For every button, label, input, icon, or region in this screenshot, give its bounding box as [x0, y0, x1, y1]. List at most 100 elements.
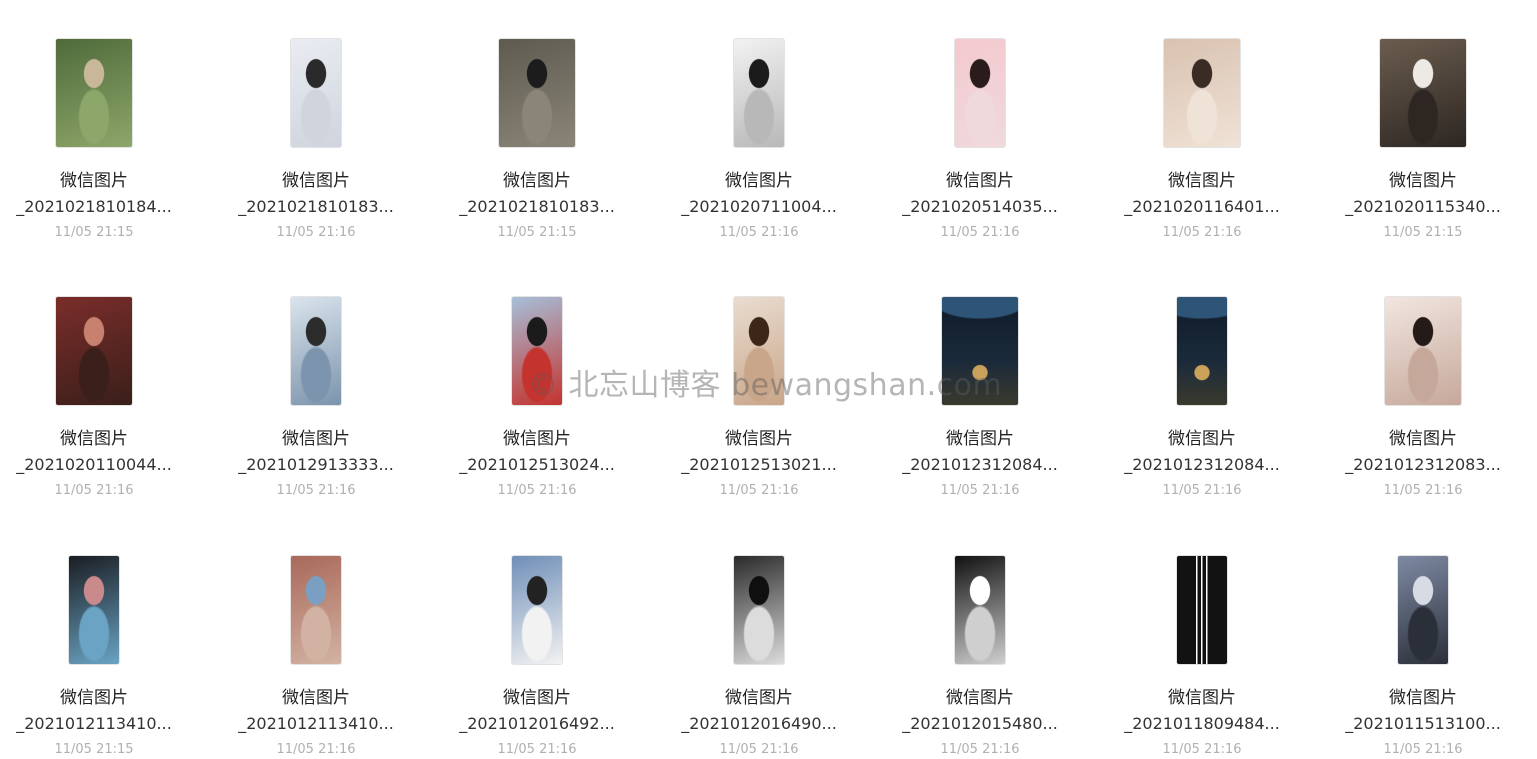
file-grid: 微信图片 _2021021810184... 11/05 21:15 微信图片 _202…: [0, 0, 1537, 759]
file-item[interactable]: 微信图片 _2021012016490... 11/05 21:16: [659, 517, 859, 759]
image-thumbnail[interactable]: [1176, 296, 1228, 406]
file-name-line1: 微信图片: [282, 171, 350, 191]
image-thumbnail[interactable]: [68, 555, 120, 665]
thumbnail-container: [659, 296, 859, 408]
file-item[interactable]: 微信图片 _2021020116401... 11/05 21:16: [1102, 0, 1302, 242]
file-name-line1: 微信图片: [503, 429, 571, 449]
file-date: 11/05 21:16: [940, 742, 1020, 757]
image-thumbnail[interactable]: [1176, 555, 1228, 665]
thumbnail-container: [0, 296, 194, 408]
file-date: 11/05 21:15: [1383, 225, 1463, 240]
file-name-line1: 微信图片: [1389, 171, 1457, 191]
thumbnail-container: [437, 38, 637, 150]
file-item[interactable]: 微信图片 _2021012016492... 11/05 21:16: [437, 517, 637, 759]
image-thumbnail[interactable]: [941, 296, 1019, 406]
thumbnail-container: [437, 555, 637, 667]
image-thumbnail[interactable]: [1163, 38, 1241, 148]
thumbnail-container: [1102, 38, 1302, 150]
thumbnail-container: [1102, 296, 1302, 408]
file-name-line2: _2021020711004...: [681, 197, 837, 216]
file-item[interactable]: 微信图片 _2021012513021... 11/05 21:16: [659, 258, 859, 500]
file-name-line2: _2021012312084...: [1124, 455, 1280, 474]
thumbnail-container: [880, 38, 1080, 150]
thumbnail-container: [216, 296, 416, 408]
image-thumbnail[interactable]: [1397, 555, 1449, 665]
file-item[interactable]: 微信图片 _2021020711004... 11/05 21:16: [659, 0, 859, 242]
file-name-line1: 微信图片: [1389, 688, 1457, 708]
file-item[interactable]: 微信图片 _2021012913333... 11/05 21:16: [216, 258, 416, 500]
image-thumbnail[interactable]: [1379, 38, 1467, 148]
thumbnail-container: [437, 296, 637, 408]
file-name-line1: 微信图片: [282, 429, 350, 449]
file-name-line1: 微信图片: [1168, 171, 1236, 191]
thumbnail-container: [659, 38, 859, 150]
file-item[interactable]: 微信图片 _2021012312084... 11/05 21:16: [880, 258, 1080, 500]
image-thumbnail[interactable]: [733, 296, 785, 406]
image-thumbnail[interactable]: [733, 38, 785, 148]
file-date: 11/05 21:16: [276, 742, 356, 757]
thumbnail-container: [659, 555, 859, 667]
file-date: 11/05 21:16: [276, 483, 356, 498]
file-name-line2: _2021012913333...: [238, 455, 394, 474]
file-item[interactable]: 微信图片 _2021021810184... 11/05 21:15: [0, 0, 194, 242]
image-thumbnail[interactable]: [954, 555, 1006, 665]
thumbnail-container: [216, 555, 416, 667]
file-date: 11/05 21:16: [497, 742, 577, 757]
image-thumbnail[interactable]: [55, 296, 133, 406]
file-date: 11/05 21:16: [54, 483, 134, 498]
file-item[interactable]: 微信图片 _2021011809484... 11/05 21:16: [1102, 517, 1302, 759]
file-name-line1: 微信图片: [503, 171, 571, 191]
file-item[interactable]: 微信图片 _2021020110044... 11/05 21:16: [0, 258, 194, 500]
file-date: 11/05 21:16: [1383, 742, 1463, 757]
file-name-line2: _2021012113410...: [238, 714, 394, 733]
thumbnail-container: [1102, 555, 1302, 667]
thumbnail-container: [216, 38, 416, 150]
image-thumbnail[interactable]: [290, 296, 342, 406]
file-item[interactable]: 微信图片 _2021021810183... 11/05 21:16: [216, 0, 416, 242]
file-name-line2: _2021012016490...: [681, 714, 837, 733]
thumbnail-container: [1323, 296, 1523, 408]
file-date: 11/05 21:16: [719, 483, 799, 498]
file-date: 11/05 21:16: [719, 742, 799, 757]
file-name-line2: _2021021810183...: [459, 197, 615, 216]
file-name-line2: _2021011513100...: [1345, 714, 1501, 733]
file-item[interactable]: 微信图片 _2021021810183... 11/05 21:15: [437, 0, 637, 242]
file-date: 11/05 21:16: [1162, 483, 1242, 498]
image-thumbnail[interactable]: [498, 38, 576, 148]
file-item[interactable]: 微信图片 _2021020514035... 11/05 21:16: [880, 0, 1080, 242]
file-name-line2: _2021012016492...: [459, 714, 615, 733]
image-thumbnail[interactable]: [511, 555, 563, 665]
file-date: 11/05 21:16: [1383, 483, 1463, 498]
file-name-line1: 微信图片: [946, 688, 1014, 708]
file-item[interactable]: 微信图片 _2021012113410... 11/05 21:16: [216, 517, 416, 759]
file-item[interactable]: 微信图片 _2021012113410... 11/05 21:15: [0, 517, 194, 759]
file-item[interactable]: 微信图片 _2021012312083... 11/05 21:16: [1323, 258, 1523, 500]
file-name-line1: 微信图片: [725, 688, 793, 708]
file-date: 11/05 21:15: [54, 742, 134, 757]
image-thumbnail[interactable]: [954, 38, 1006, 148]
file-name-line2: _2021012312084...: [902, 455, 1058, 474]
file-date: 11/05 21:15: [497, 225, 577, 240]
image-thumbnail[interactable]: [511, 296, 563, 406]
file-name-line2: _2021012513021...: [681, 455, 837, 474]
file-date: 11/05 21:16: [276, 225, 356, 240]
thumbnail-container: [0, 38, 194, 150]
file-name-line1: 微信图片: [1389, 429, 1457, 449]
file-name-line2: _2021012513024...: [459, 455, 615, 474]
file-date: 11/05 21:16: [1162, 225, 1242, 240]
image-thumbnail[interactable]: [55, 38, 133, 148]
file-item[interactable]: 微信图片 _2021020115340... 11/05 21:15: [1323, 0, 1523, 242]
image-thumbnail[interactable]: [290, 38, 342, 148]
file-name-line1: 微信图片: [725, 429, 793, 449]
file-name-line1: 微信图片: [1168, 688, 1236, 708]
file-item[interactable]: 微信图片 _2021012513024... 11/05 21:16: [437, 258, 637, 500]
file-date: 11/05 21:16: [1162, 742, 1242, 757]
file-item[interactable]: 微信图片 _2021012015480... 11/05 21:16: [880, 517, 1080, 759]
image-thumbnail[interactable]: [1384, 296, 1462, 406]
image-thumbnail[interactable]: [733, 555, 785, 665]
file-item[interactable]: 微信图片 _2021011513100... 11/05 21:16: [1323, 517, 1523, 759]
file-item[interactable]: 微信图片 _2021012312084... 11/05 21:16: [1102, 258, 1302, 500]
file-name-line1: 微信图片: [1168, 429, 1236, 449]
image-thumbnail[interactable]: [290, 555, 342, 665]
file-name-line2: _2021012015480...: [902, 714, 1058, 733]
